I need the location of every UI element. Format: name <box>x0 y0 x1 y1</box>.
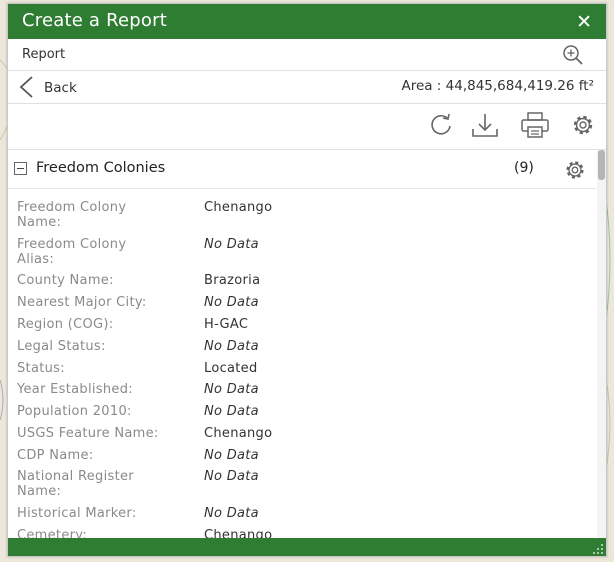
report-label: Report <box>22 47 66 62</box>
close-button[interactable]: ✕ <box>576 11 592 33</box>
resize-grip-icon[interactable] <box>590 541 604 555</box>
attribute-value: Brazoria <box>204 273 261 288</box>
refresh-icon[interactable] <box>426 111 456 139</box>
back-label: Back <box>44 80 77 96</box>
attribute-name: County Name: <box>17 273 114 288</box>
attribute-name: Freedom Colony Alias: <box>17 237 127 267</box>
print-icon[interactable] <box>520 111 550 139</box>
report-panel: Create a Report ✕ Report Back Area : 44,… <box>7 3 607 557</box>
download-icon[interactable] <box>470 111 500 139</box>
collapse-icon[interactable] <box>14 162 27 175</box>
attribute-value: Chenango <box>204 528 273 538</box>
area-readout: Area : 44,845,684,419.26 ft² <box>401 78 594 94</box>
gear-icon[interactable] <box>568 111 598 139</box>
attribute-value: No Data <box>204 506 259 521</box>
zoom-in-icon[interactable] <box>562 44 584 66</box>
section-title: Freedom Colonies <box>36 160 166 176</box>
back-row: Back Area : 44,845,684,419.26 ft² <box>8 70 606 104</box>
attribute-value: No Data <box>204 237 259 252</box>
attribute-value: No Data <box>204 339 259 354</box>
feature-count: (9) <box>514 160 534 176</box>
attribute-value: No Data <box>204 448 259 463</box>
panel-footer <box>8 538 606 556</box>
section-gear-icon[interactable] <box>562 158 588 182</box>
attribute-name: Historical Marker: <box>17 506 137 521</box>
chevron-left-icon <box>19 76 33 98</box>
attribute-name: Legal Status: <box>17 339 106 354</box>
attribute-name: National Register Name: <box>17 469 134 499</box>
attribute-value: No Data <box>204 382 259 397</box>
report-toolbar <box>8 103 606 150</box>
panel-title: Create a Report <box>22 10 167 31</box>
attribute-name: Freedom Colony Name: <box>17 200 127 230</box>
report-row: Report <box>8 39 606 71</box>
attribute-value: No Data <box>204 295 259 310</box>
attribute-value: Chenango <box>204 426 273 441</box>
attribute-name: Year Established: <box>17 382 133 397</box>
attribute-name: CDP Name: <box>17 448 94 463</box>
scrollbar-thumb[interactable] <box>598 150 605 180</box>
attribute-name: Cemetery: <box>17 528 88 538</box>
attribute-name: Status: <box>17 361 65 376</box>
section-header: Freedom Colonies (9) <box>8 150 596 189</box>
attribute-name: USGS Feature Name: <box>17 426 159 441</box>
attribute-value: No Data <box>204 404 259 419</box>
attribute-value: Located <box>204 361 258 376</box>
attribute-value: H-GAC <box>204 317 249 332</box>
scrollbar[interactable] <box>597 150 606 538</box>
attribute-name: Population 2010: <box>17 404 132 419</box>
attribute-name: Nearest Major City: <box>17 295 147 310</box>
attribute-list: Freedom Colony Name: Chenango Freedom Colo… <box>8 188 596 538</box>
panel-header: Create a Report ✕ <box>8 4 606 39</box>
attribute-value: Chenango <box>204 200 273 215</box>
attribute-value: No Data <box>204 469 259 484</box>
attribute-name: Region (COG): <box>17 317 114 332</box>
